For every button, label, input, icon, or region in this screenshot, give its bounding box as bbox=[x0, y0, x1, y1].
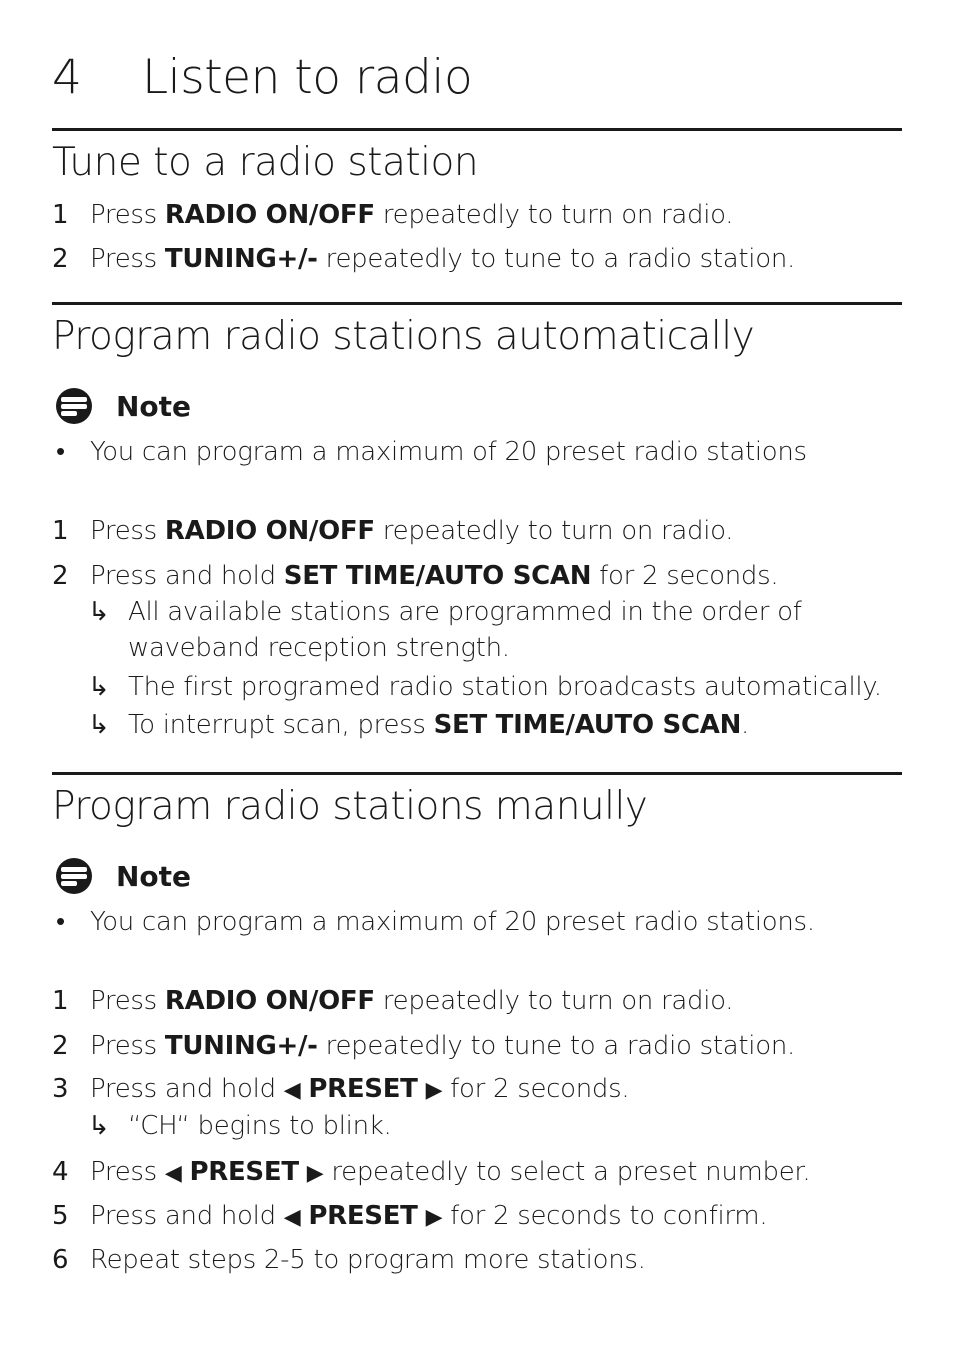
section-title: Program radio stations automatically bbox=[52, 314, 755, 359]
divider bbox=[52, 128, 902, 131]
step: 3 Press and hold ◀ PRESET ▶ for 2 seconds… bbox=[52, 1074, 630, 1104]
note-bullet: • You can program a maximum of 20 preset … bbox=[56, 907, 815, 937]
arrow-icon: ↳ bbox=[88, 597, 110, 627]
right-triangle-icon: ▶ bbox=[425, 1205, 443, 1230]
step: 1 Press RADIO ON/OFF repeatedly to turn o… bbox=[52, 516, 734, 546]
step: 5 Press and hold ◀ PRESET ▶ for 2 seconds… bbox=[52, 1201, 768, 1231]
step: 1 Press RADIO ON/OFF repeatedly to turn o… bbox=[52, 200, 734, 230]
step: 6 Repeat steps 2-5 to program more statio… bbox=[52, 1245, 646, 1275]
note-icon bbox=[56, 388, 92, 424]
step: 4 Press ◀ PRESET ▶ repeatedly to select a… bbox=[52, 1157, 811, 1187]
result: ↳ The first programed radio station broad… bbox=[88, 672, 882, 702]
result: ↳ To interrupt scan, press SET TIME/AUTO … bbox=[88, 710, 750, 740]
step: 2 Press and hold SET TIME/AUTO SCAN for 2… bbox=[52, 561, 779, 591]
result: ↳ All available stations are programmed i… bbox=[88, 597, 802, 627]
result-cont: waveband reception strength. bbox=[128, 633, 510, 663]
left-triangle-icon: ◀ bbox=[164, 1161, 182, 1186]
chapter-title: 4 Listen to radio bbox=[52, 50, 473, 105]
note-bullet: • You can program a maximum of 20 preset … bbox=[56, 437, 807, 467]
arrow-icon: ↳ bbox=[88, 1111, 110, 1141]
step: 2 Press TUNING+/- repeatedly to tune to a… bbox=[52, 1031, 795, 1061]
result: ↳ “CH“ begins to blink. bbox=[88, 1111, 392, 1141]
right-triangle-icon: ▶ bbox=[425, 1078, 443, 1103]
note-icon bbox=[56, 858, 92, 894]
left-triangle-icon: ◀ bbox=[283, 1205, 301, 1230]
step: 2 Press TUNING+/- repeatedly to tune to a… bbox=[52, 244, 795, 274]
divider bbox=[52, 302, 902, 305]
section-title: Tune to a radio station bbox=[52, 140, 479, 185]
right-triangle-icon: ▶ bbox=[306, 1161, 324, 1186]
note-heading: Note bbox=[56, 858, 191, 894]
left-triangle-icon: ◀ bbox=[283, 1078, 301, 1103]
arrow-icon: ↳ bbox=[88, 672, 110, 702]
divider bbox=[52, 772, 902, 775]
section-title: Program radio stations manully bbox=[52, 784, 648, 829]
step: 1 Press RADIO ON/OFF repeatedly to turn o… bbox=[52, 986, 734, 1016]
note-heading: Note bbox=[56, 388, 191, 424]
arrow-icon: ↳ bbox=[88, 710, 110, 740]
